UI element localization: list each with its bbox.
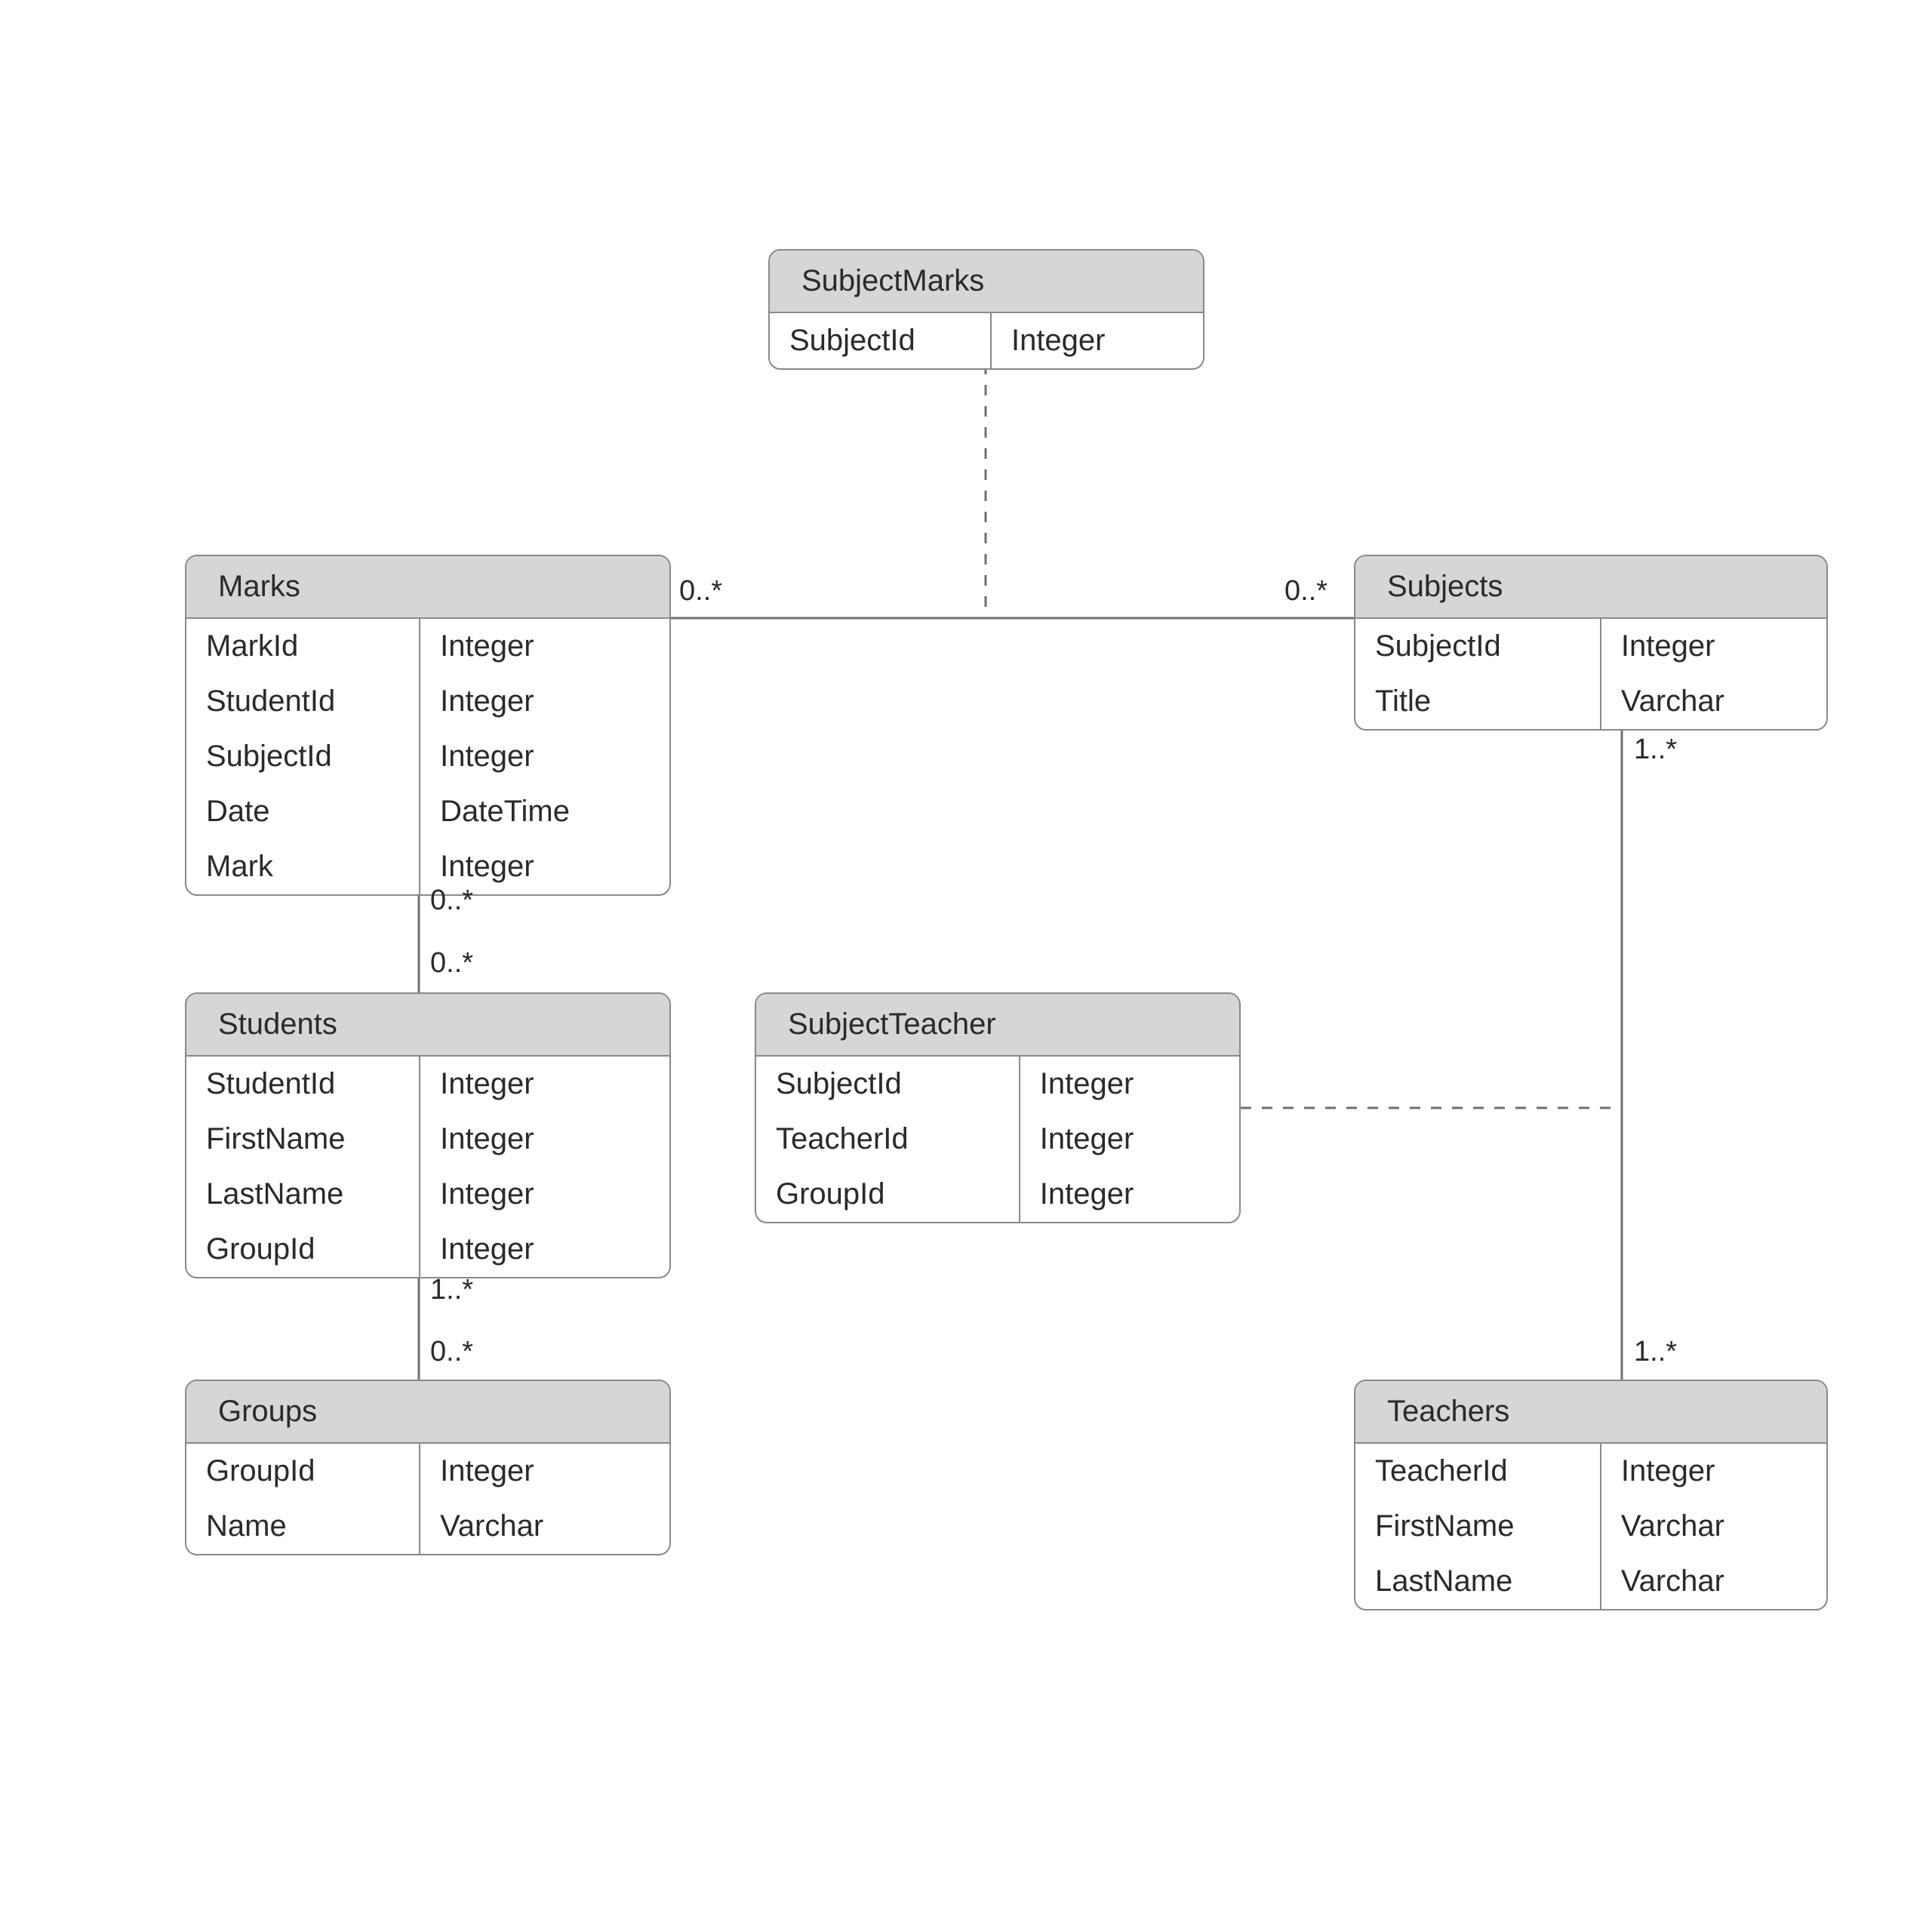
entity-title: SubjectTeacher [756,994,1239,1057]
field-name: Date [186,784,420,839]
field-type: Integer [420,619,669,674]
field-name: SubjectId [770,313,992,368]
entity-row: GroupId Integer [756,1167,1239,1222]
field-type: Integer [992,313,1203,368]
field-name: SubjectId [756,1057,1020,1112]
field-name: SubjectId [186,729,420,784]
multiplicity-label: 1..* [430,1274,473,1306]
field-type: Varchar [420,1499,669,1554]
entity-row: LastName Varchar [1355,1554,1826,1609]
field-type: Integer [420,1112,669,1167]
entity-marks: Marks MarkId Integer StudentId Integer S… [185,555,671,896]
field-type: Integer [1601,1444,1826,1499]
field-name: Mark [186,839,420,894]
field-name: SubjectId [1355,619,1601,674]
entity-row: Mark Integer [186,839,669,894]
multiplicity-label: 1..* [1634,1336,1677,1368]
field-type: Integer [1020,1167,1239,1222]
entity-row: TeacherId Integer [1355,1444,1826,1499]
field-name: LastName [1355,1554,1601,1609]
field-name: Name [186,1499,420,1554]
field-type: Integer [1601,619,1826,674]
field-name: FirstName [1355,1499,1601,1554]
entity-row: GroupId Integer [186,1222,669,1277]
field-type: Varchar [1601,674,1826,729]
entity-row: Date DateTime [186,784,669,839]
entity-row: SubjectId Integer [756,1057,1239,1112]
field-type: Integer [1020,1057,1239,1112]
entity-row: FirstName Integer [186,1112,669,1167]
entity-subjectmarks: SubjectMarks SubjectId Integer [768,249,1204,370]
field-name: GroupId [756,1167,1020,1222]
entity-row: Title Varchar [1355,674,1826,729]
field-type: Integer [420,729,669,784]
field-name: TeacherId [1355,1444,1601,1499]
field-name: FirstName [186,1112,420,1167]
entity-row: StudentId Integer [186,1057,669,1112]
entity-teachers: Teachers TeacherId Integer FirstName Var… [1354,1380,1828,1611]
field-name: StudentId [186,1057,420,1112]
entity-subjects: Subjects SubjectId Integer Title Varchar [1354,555,1828,731]
field-type: Integer [420,1444,669,1499]
multiplicity-label: 1..* [1634,734,1677,766]
field-name: GroupId [186,1444,420,1499]
field-type: Integer [420,1057,669,1112]
field-name: Title [1355,674,1601,729]
entity-row: FirstName Varchar [1355,1499,1826,1554]
field-name: MarkId [186,619,420,674]
er-diagram-canvas: SubjectMarks SubjectId Integer Marks Mar… [0,0,1932,1932]
field-type: Integer [420,674,669,729]
entity-title: Subjects [1355,556,1826,619]
field-type: Integer [420,1167,669,1222]
multiplicity-label: 0..* [1284,575,1327,608]
field-name: LastName [186,1167,420,1222]
field-name: GroupId [186,1222,420,1277]
multiplicity-label: 0..* [679,575,722,608]
field-name: StudentId [186,674,420,729]
field-name: TeacherId [756,1112,1020,1167]
entity-title: Students [186,994,669,1057]
entity-title: Groups [186,1381,669,1444]
field-type: Varchar [1601,1554,1826,1609]
field-type: Integer [420,1222,669,1277]
field-type: DateTime [420,784,669,839]
entity-title: Marks [186,556,669,619]
entity-title: Teachers [1355,1381,1826,1444]
entity-row: Name Varchar [186,1499,669,1554]
entity-row: MarkId Integer [186,619,669,674]
entity-row: SubjectId Integer [770,313,1203,368]
entity-row: SubjectId Integer [1355,619,1826,674]
entity-subjectteacher: SubjectTeacher SubjectId Integer Teacher… [755,992,1241,1223]
entity-students: Students StudentId Integer FirstName Int… [185,992,671,1278]
entity-row: TeacherId Integer [756,1112,1239,1167]
entity-row: SubjectId Integer [186,729,669,784]
field-type: Integer [1020,1112,1239,1167]
entity-row: GroupId Integer [186,1444,669,1499]
entity-title: SubjectMarks [770,251,1203,313]
entity-row: LastName Integer [186,1167,669,1222]
entity-row: StudentId Integer [186,674,669,729]
multiplicity-label: 0..* [430,947,473,980]
field-type: Varchar [1601,1499,1826,1554]
entity-groups: Groups GroupId Integer Name Varchar [185,1380,671,1555]
multiplicity-label: 0..* [430,884,473,917]
multiplicity-label: 0..* [430,1336,473,1368]
